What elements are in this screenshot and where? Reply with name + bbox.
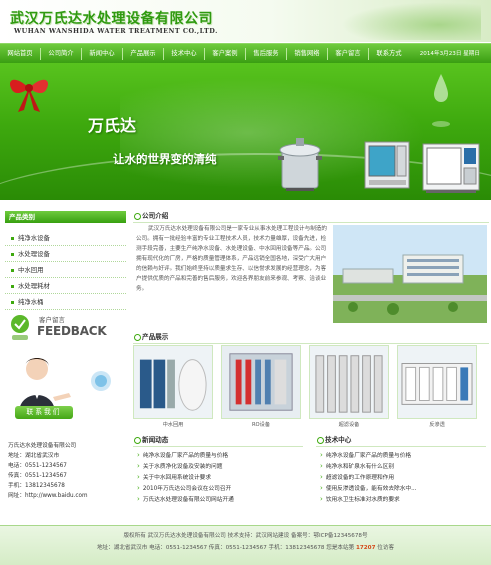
contact-fax: 传真：0551-1234567 (8, 473, 67, 479)
nav-products[interactable]: 产品展示 (123, 44, 163, 64)
news-item[interactable]: 关于水质净化设备及安装的问题 (137, 461, 303, 471)
news-item[interactable]: 万氏达水处理设备有限公司网站开通 (137, 494, 303, 504)
news-divider (133, 446, 303, 447)
logo-title[interactable]: 武汉万氏达水处理设备有限公司 (10, 8, 213, 28)
feedback-icon (11, 315, 29, 340)
visitor-count: 17207 (356, 545, 376, 551)
nav-guestbook[interactable]: 客户留言 (328, 44, 368, 64)
tech-title: 技术中心 (316, 434, 351, 446)
product-image-2[interactable] (221, 345, 301, 419)
news-item[interactable]: 纯净水设备厂家产品的质量与价格 (137, 450, 303, 460)
feedback-banner[interactable]: 客户留言 FEEDBACK (5, 311, 126, 347)
nav-date: 2014年3月23日 星期日 (419, 51, 480, 57)
product-caption-2[interactable]: RO设备 (221, 421, 301, 428)
nav-cases[interactable]: 客户案例 (205, 44, 245, 64)
contact-phone: 电话：0551-1234567 (8, 463, 67, 469)
site-header: 武汉万氏达水处理设备有限公司 WUHAN WANSHIDA WATER TREA… (0, 0, 491, 42)
products-divider (133, 343, 489, 344)
logo-subtitle: WUHAN WANSHIDA WATER TREATMENT CO.,LTD. (14, 27, 218, 35)
site-footer: 版权所有 武汉万氏达水处理设备有限公司 技术支持：武汉网站建设 备案号：鄂ICP… (0, 525, 491, 565)
footer-contact: 地址：湖北省武汉市 电话：0551-1234567 传真：0551-123456… (0, 543, 491, 551)
sidebar-item-water-treatment[interactable]: 水处理设备 (5, 247, 126, 262)
product-caption-1[interactable]: 中水回用 (133, 421, 213, 428)
sidebar-item-reuse[interactable]: 中水回用 (5, 263, 126, 278)
sidebar-item-pure-water[interactable]: 纯净水设备 (5, 231, 126, 246)
intro-title: 公司介绍 (133, 210, 168, 222)
contact-address: 地址：湖北省武汉市 (8, 453, 60, 459)
tech-divider (316, 446, 486, 447)
sidebar: 产品类别 纯净水设备 水处理设备 中水回用 水处理耗材 纯净水桶 客户留言 FE… (5, 211, 126, 508)
hero-banner (0, 63, 491, 200)
factory-photo (333, 225, 487, 323)
intro-divider (133, 222, 489, 223)
page: 武汉万氏达水处理设备有限公司 WUHAN WANSHIDA WATER TREA… (0, 0, 491, 565)
footer-contact-text: 地址：湖北省武汉市 电话：0551-1234567 传真：0551-123456… (96, 545, 355, 551)
nav-tech[interactable]: 技术中心 (164, 44, 204, 64)
main-nav: 网站首页 公司简介 新闻中心 产品展示 技术中心 客户案例 售后服务 销售网络 … (0, 43, 491, 63)
nav-about[interactable]: 公司简介 (41, 44, 81, 64)
news-item[interactable]: 2010年万氏达公司会议在公司召开 (137, 483, 303, 493)
products-title: 产品展示 (133, 331, 168, 343)
news-item[interactable]: 关于中水回用系统设计要求 (137, 472, 303, 482)
sidebar-item-consumables[interactable]: 水处理耗材 (5, 279, 126, 294)
sterilizer-product-image (278, 138, 322, 191)
sidebar-item-bucket[interactable]: 纯净水桶 (5, 295, 126, 310)
contact-website[interactable]: 网址：http://www.baidu.com (8, 491, 128, 501)
product-caption-3[interactable]: 超滤设备 (309, 421, 389, 428)
nav-contact[interactable]: 联系方式 (369, 44, 409, 64)
banner-brand: 万氏达 (88, 116, 137, 135)
nav-service[interactable]: 售后服务 (246, 44, 286, 64)
intro-text: 武汉万氏达水处理设备有限公司是一家专业从事水处理工程设计与制造的公司。拥有一批经… (136, 226, 328, 292)
banner-slogan: 让水的世界变的清纯 (113, 152, 217, 166)
contact-company: 万氏达水处理设备有限公司 (8, 443, 77, 449)
tech-item[interactable]: 饮用水卫生标准对水质的要求 (320, 494, 486, 504)
sidebar-title: 产品类别 (5, 211, 126, 223)
tech-item[interactable]: 纯净水和矿泉水有什么区别 (320, 461, 486, 471)
contact-info: 万氏达水处理设备有限公司 地址：湖北省武汉市 电话：0551-1234567 传… (8, 441, 128, 501)
nav-home[interactable]: 网站首页 (0, 44, 40, 64)
footer-visitor-suffix: 位访客 (377, 545, 395, 551)
product-image-1[interactable] (133, 345, 213, 419)
contact-us-button[interactable]: 联系我们 (15, 406, 73, 419)
incubator-product-image (364, 141, 410, 189)
product-image-3[interactable] (309, 345, 389, 419)
tech-item[interactable]: 超滤设备的工作原理和作用 (320, 472, 486, 482)
water-drop-icon (432, 74, 450, 127)
news-title: 新闻动态 (133, 434, 168, 446)
tech-item[interactable]: 纯净水设备厂家产品的质量与价格 (320, 450, 486, 460)
contact-mobile: 手机：13812345678 (8, 483, 65, 489)
nav-sales[interactable]: 销售网络 (287, 44, 327, 64)
drying-oven-product-image (422, 143, 480, 193)
product-caption-4[interactable]: 反渗透 (397, 421, 477, 428)
product-image-4[interactable] (397, 345, 477, 419)
nav-news[interactable]: 新闻中心 (82, 44, 122, 64)
tech-item[interactable]: 使用反渗透设备，能有效去除水中... (320, 483, 486, 493)
footer-copyright: 版权所有 武汉万氏达水处理设备有限公司 技术支持：武汉网站建设 备案号：鄂ICP… (123, 533, 368, 539)
header-decoration (341, 2, 481, 40)
feedback-label-cn: 客户留言 (39, 316, 65, 324)
product-gallery: 中水回用 RO设备 超滤设备 反渗透 (133, 345, 489, 429)
ribbon-bow-icon (9, 79, 49, 112)
feedback-label-en: FEEDBACK (37, 324, 107, 338)
